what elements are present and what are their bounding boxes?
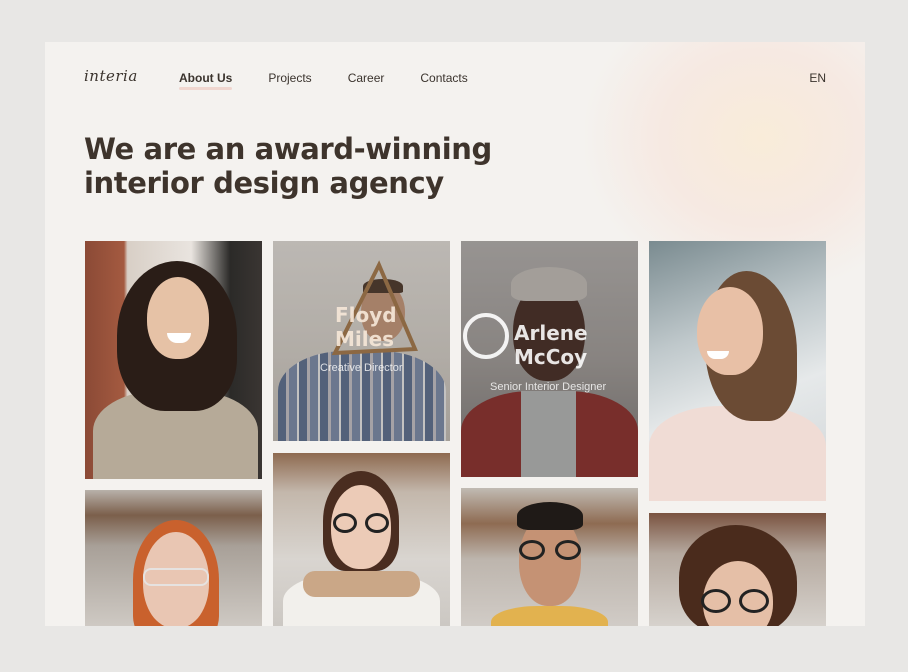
team-member-card[interactable] xyxy=(85,241,262,479)
portrait-scarf xyxy=(303,571,420,597)
page-title-line-1: We are an award-winning xyxy=(84,132,492,166)
nav-item-projects[interactable]: Projects xyxy=(268,71,311,85)
team-member-card-floyd-miles[interactable]: Floyd Miles Creative Director xyxy=(273,241,450,441)
glasses-icon xyxy=(365,513,389,533)
member-name: Floyd Miles xyxy=(335,303,397,351)
member-first-name: Arlene xyxy=(514,321,588,345)
team-member-card[interactable] xyxy=(273,453,450,626)
member-last-name: McCoy xyxy=(514,345,588,369)
portrait-hair xyxy=(517,502,583,530)
portrait-blouse xyxy=(649,406,826,501)
main-nav: About Us Projects Career Contacts xyxy=(179,71,504,90)
brand-logo[interactable]: interia xyxy=(84,67,138,85)
top-navigation: interia About Us Projects Career Contact… xyxy=(45,42,865,114)
glasses-icon xyxy=(555,540,581,560)
portrait-jacket xyxy=(491,606,608,626)
member-first-name: Floyd xyxy=(335,303,397,327)
glasses-icon xyxy=(333,513,357,533)
language-switcher[interactable]: EN xyxy=(809,71,826,85)
team-page: interia About Us Projects Career Contact… xyxy=(45,42,865,626)
glasses-icon xyxy=(519,540,545,560)
nav-item-contacts[interactable]: Contacts xyxy=(420,71,467,85)
page-title-line-2: interior design agency xyxy=(84,166,444,200)
cursor-ring-icon xyxy=(463,313,509,359)
team-member-card[interactable] xyxy=(649,241,826,501)
page-title: We are an award-winning interior design … xyxy=(84,132,504,200)
glasses-icon xyxy=(143,568,209,586)
nav-item-about-us[interactable]: About Us xyxy=(179,71,233,90)
member-name: Arlene McCoy xyxy=(514,321,588,369)
glasses-icon xyxy=(701,589,731,613)
nav-item-career[interactable]: Career xyxy=(348,71,385,85)
team-member-card[interactable] xyxy=(85,490,262,626)
portrait-face xyxy=(147,277,209,359)
member-role: Creative Director xyxy=(320,362,403,374)
team-member-card-arlene-mccoy[interactable]: Arlene McCoy Senior Interior Designer xyxy=(461,241,638,477)
team-member-card[interactable] xyxy=(461,488,638,626)
member-role: Senior Interior Designer xyxy=(490,381,607,393)
member-last-name: Miles xyxy=(335,327,395,351)
portrait-face xyxy=(697,287,763,375)
team-member-card[interactable] xyxy=(649,513,826,626)
glasses-icon xyxy=(739,589,769,613)
